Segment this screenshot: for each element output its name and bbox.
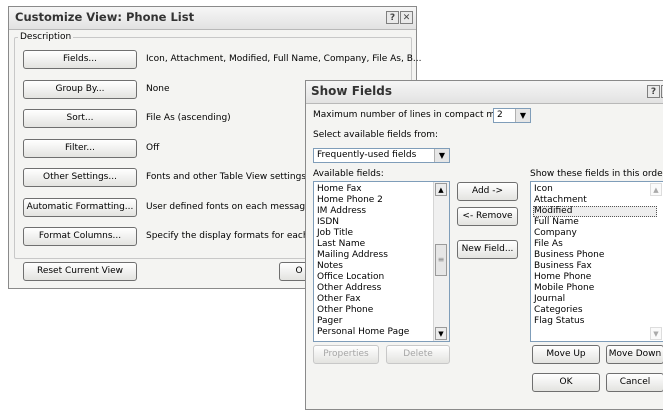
field-set-value: Frequently-used fields	[317, 150, 417, 160]
show-fields-title: Show Fields	[311, 84, 392, 98]
list-item[interactable]: Other Address	[317, 283, 381, 293]
list-item[interactable]: Company	[534, 228, 577, 238]
help-icon[interactable]: ?	[647, 85, 660, 98]
cancel-button[interactable]: Cancel	[606, 373, 663, 392]
filter-button[interactable]: Filter...	[23, 139, 137, 158]
show-fields-dialog: Show Fields ? ✕ Maximum number of lines …	[305, 80, 663, 410]
group-by-button[interactable]: Group By...	[23, 80, 137, 99]
add-button[interactable]: Add ->	[457, 182, 518, 201]
list-item[interactable]: Journal	[534, 294, 565, 304]
list-item-selected[interactable]: Modified	[533, 206, 657, 217]
list-item[interactable]: Categories	[534, 305, 583, 315]
fields-value: Icon, Attachment, Modified, Full Name, C…	[146, 54, 422, 64]
field-set-select[interactable]: Frequently-used fields ▼	[313, 148, 450, 163]
filter-value: Off	[146, 143, 160, 153]
format-columns-value: Specify the display formats for each fie	[146, 231, 323, 241]
list-item[interactable]: Office Location	[317, 272, 384, 282]
shown-fields-label: Show these fields in this order:	[530, 169, 663, 179]
list-item[interactable]: Mobile Phone	[534, 283, 594, 293]
list-item[interactable]: Mailing Address	[317, 250, 388, 260]
show-fields-titlebar: Show Fields ? ✕	[306, 81, 663, 104]
available-fields-scrollbar[interactable]: ▲ ≡ ▼	[433, 182, 449, 341]
move-down-button[interactable]: Move Down	[606, 345, 663, 364]
list-item[interactable]: Home Phone	[534, 272, 591, 282]
available-fields-label: Available fields:	[313, 169, 384, 179]
list-item[interactable]: Pager	[317, 316, 343, 326]
sort-value: File As (ascending)	[146, 113, 231, 123]
list-item[interactable]: Home Fax	[317, 184, 362, 194]
reset-current-view-button[interactable]: Reset Current View	[23, 262, 137, 281]
list-item[interactable]: File As	[534, 239, 563, 249]
list-item[interactable]: Personal Home Page	[317, 327, 409, 337]
scroll-down-icon[interactable]: ▼	[650, 327, 662, 340]
max-lines-value: 2	[497, 110, 503, 120]
max-lines-label: Maximum number of lines in compact mode:	[313, 110, 515, 120]
chevron-down-icon[interactable]: ▼	[515, 109, 530, 122]
other-settings-value: Fonts and other Table View settings	[146, 172, 307, 182]
close-icon[interactable]: ✕	[400, 11, 413, 24]
list-item[interactable]: ISDN	[317, 217, 339, 227]
customize-view-titlebar: Customize View: Phone List ? ✕	[9, 7, 416, 30]
list-item[interactable]: Last Name	[317, 239, 365, 249]
new-field-button[interactable]: New Field...	[457, 240, 518, 259]
move-up-button[interactable]: Move Up	[532, 345, 600, 364]
remove-button[interactable]: <- Remove	[457, 207, 518, 226]
scroll-up-icon[interactable]: ▲	[650, 183, 662, 196]
chevron-down-icon[interactable]: ▼	[434, 149, 449, 162]
automatic-formatting-button[interactable]: Automatic Formatting...	[23, 198, 137, 217]
other-settings-button[interactable]: Other Settings...	[23, 168, 137, 187]
list-item[interactable]: Icon	[534, 184, 553, 194]
list-item[interactable]: Flag Status	[534, 316, 584, 326]
scroll-thumb[interactable]: ≡	[435, 244, 447, 276]
list-item[interactable]: Business Fax	[534, 261, 592, 271]
list-item[interactable]: Attachment	[534, 195, 587, 205]
list-item[interactable]: Full Name	[534, 217, 579, 227]
list-item[interactable]: Job Title	[317, 228, 353, 238]
select-from-label: Select available fields from:	[313, 130, 439, 140]
shown-fields-scrollbar[interactable]: ▲ ▼	[649, 182, 663, 341]
scroll-down-icon[interactable]: ▼	[435, 327, 447, 340]
list-item[interactable]: Other Fax	[317, 294, 361, 304]
shown-fields-list[interactable]: Icon Attachment Modified Full Name Compa…	[530, 181, 663, 342]
list-item[interactable]: Home Phone 2	[317, 195, 383, 205]
ok-button[interactable]: OK	[532, 373, 600, 392]
list-item[interactable]: IM Address	[317, 206, 366, 216]
format-columns-button[interactable]: Format Columns...	[23, 227, 137, 246]
list-item[interactable]: Notes	[317, 261, 343, 271]
description-label: Description	[18, 32, 74, 42]
fields-button[interactable]: Fields...	[23, 50, 137, 69]
available-fields-list[interactable]: Home Fax Home Phone 2 IM Address ISDN Jo…	[313, 181, 450, 342]
list-item[interactable]: Other Phone	[317, 305, 373, 315]
properties-button[interactable]: Properties	[313, 345, 379, 364]
help-icon[interactable]: ?	[386, 11, 399, 24]
group-by-value: None	[146, 84, 170, 94]
sort-button[interactable]: Sort...	[23, 109, 137, 128]
automatic-formatting-value: User defined fonts on each message	[146, 202, 311, 212]
delete-button[interactable]: Delete	[386, 345, 450, 364]
max-lines-select[interactable]: 2 ▼	[493, 108, 531, 123]
scroll-up-icon[interactable]: ▲	[435, 183, 447, 196]
list-item[interactable]: Business Phone	[534, 250, 604, 260]
customize-view-title: Customize View: Phone List	[15, 10, 195, 24]
